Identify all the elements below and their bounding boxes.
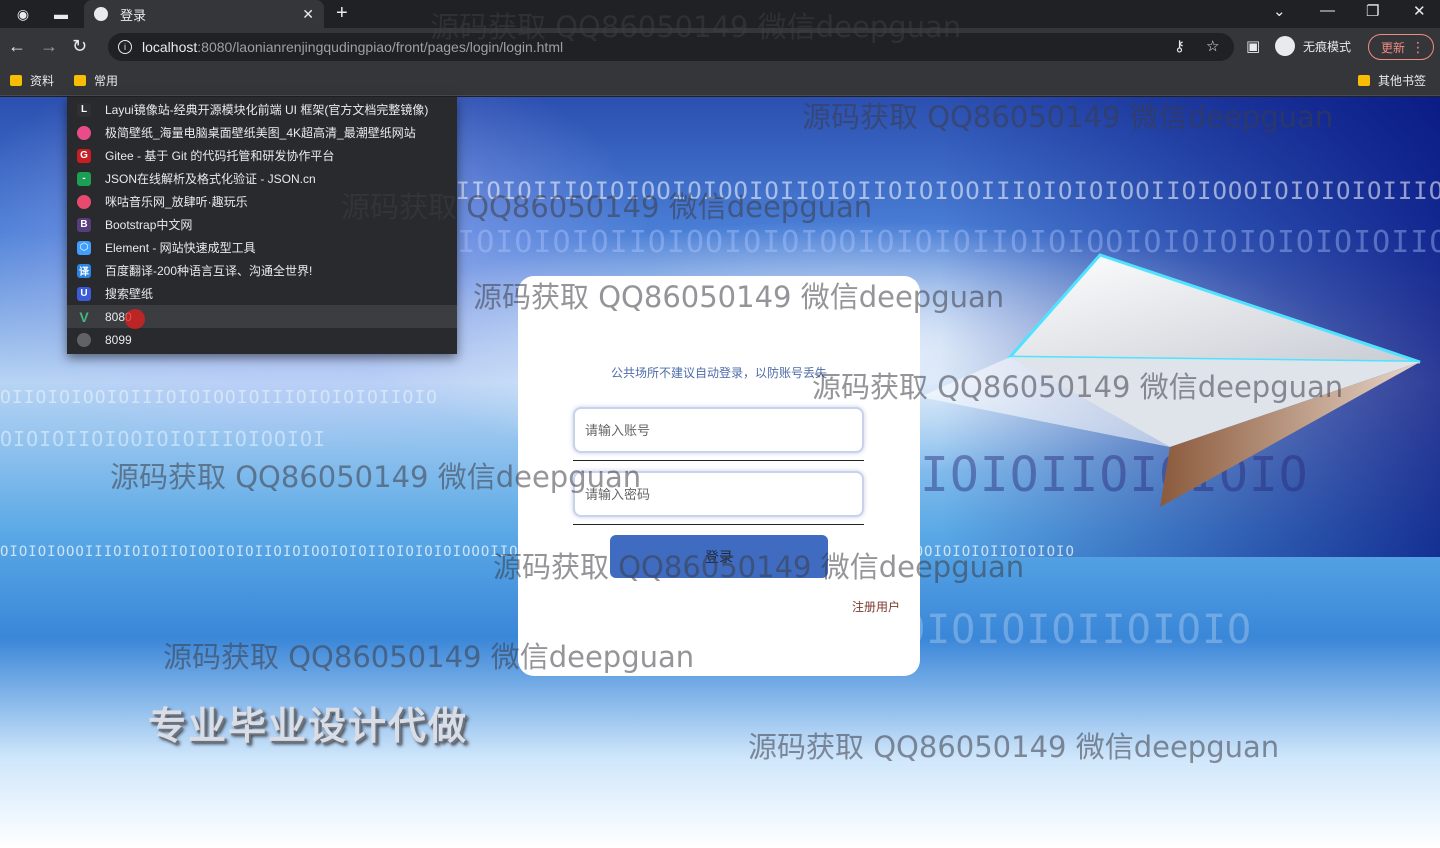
wallpaper-icon bbox=[77, 125, 91, 140]
vue-icon: V bbox=[79, 308, 89, 325]
tab-search-icon[interactable]: ▬ bbox=[50, 4, 72, 24]
tab-title: 登录 bbox=[120, 7, 147, 23]
bookmark-item-element[interactable]: ⬡ Element - 网站快速成型工具 bbox=[67, 236, 457, 259]
other-bookmarks-folder[interactable]: 其他书签 bbox=[1358, 72, 1426, 89]
bookmark-label: 常用 bbox=[94, 74, 119, 88]
bookmark-item-layui[interactable]: L Layui镜像站-经典开源模块化前端 UI 框架(官方文档完整镜像) bbox=[67, 98, 457, 121]
bookmark-item-8099[interactable]: 8099 bbox=[67, 328, 457, 351]
globe-icon bbox=[77, 332, 91, 347]
folder-icon bbox=[1358, 75, 1370, 86]
incognito-icon bbox=[1275, 36, 1295, 56]
binary-decoration: OIIOIOIOOIOIIIOIOIOOIOIIIOIOIOIOIIOIO bbox=[0, 387, 438, 408]
folder-icon bbox=[74, 75, 86, 86]
menu-dots-icon[interactable]: ⋮ bbox=[1411, 39, 1425, 56]
bookmark-item-wallpaper[interactable]: 极简壁纸_海量电脑桌面壁纸美图_4K超高清_最潮壁纸网站 bbox=[67, 121, 457, 144]
back-arrow-icon[interactable]: ← bbox=[8, 36, 26, 57]
tab-strip: ◉ ▬ 登录 ✕ + ⌄ — ❐ ✕ bbox=[0, 0, 1440, 28]
bookmark-folder-changyong[interactable]: 常用 bbox=[74, 72, 118, 89]
gitee-icon: G bbox=[77, 148, 91, 163]
reload-icon[interactable]: ↻ bbox=[72, 36, 87, 57]
binary-decoration: IIIOIOIIIOIOIOOIOIOOIOIIOIOIIOIOIOOIIIOI… bbox=[440, 177, 1440, 205]
bookmark-item-migu[interactable]: 咪咕音乐网_放肆听·趣玩乐 bbox=[67, 190, 457, 213]
bookmark-item-label: JSON在线解析及格式化验证 - JSON.cn bbox=[105, 172, 316, 186]
slogan-text: 专业毕业设计代做 bbox=[148, 704, 469, 748]
new-tab-button[interactable]: + bbox=[336, 2, 348, 25]
bookmark-item-label: Layui镜像站-经典开源模块化前端 UI 框架(官方文档完整镜像) bbox=[105, 103, 429, 117]
globe-icon bbox=[94, 7, 108, 21]
bookmark-folder-ziliao[interactable]: 资料 bbox=[10, 72, 54, 89]
incognito-label: 无痕模式 bbox=[1303, 39, 1352, 54]
other-bookmarks-label: 其他书签 bbox=[1378, 74, 1427, 88]
restore-icon[interactable]: ❐ bbox=[1366, 2, 1379, 20]
bookmark-item-bootstrap[interactable]: B Bootstrap中文网 bbox=[67, 213, 457, 236]
tab-close-icon[interactable]: ✕ bbox=[302, 6, 314, 23]
folder-icon bbox=[10, 75, 22, 86]
bootstrap-icon: B bbox=[77, 217, 91, 232]
forward-arrow-icon[interactable]: → bbox=[40, 36, 58, 57]
register-link[interactable]: 注册用户 bbox=[852, 598, 900, 615]
password-underline bbox=[573, 524, 864, 525]
search-wallpaper-icon: U bbox=[77, 286, 91, 301]
auto-login-hint: 公共场所不建议自动登录，以防账号丢失 bbox=[610, 366, 827, 380]
incognito-indicator[interactable]: 无痕模式 bbox=[1275, 36, 1351, 56]
update-button[interactable]: 更新 ⋮ bbox=[1368, 34, 1434, 60]
json-icon: - bbox=[77, 171, 91, 186]
side-panel-icon[interactable]: ▣ bbox=[1246, 37, 1260, 55]
url-host: localhost bbox=[142, 39, 198, 55]
minimize-icon[interactable]: — bbox=[1320, 2, 1335, 19]
bookmark-item-label: 8099 bbox=[105, 332, 132, 347]
mouse-cursor-highlight bbox=[125, 309, 145, 329]
account-input[interactable] bbox=[573, 407, 864, 453]
bookmark-item-baidu-translate[interactable]: 译 百度翻译-200种语言互译、沟通全世界! bbox=[67, 259, 457, 282]
bookmark-item-label: 极简壁纸_海量电脑桌面壁纸美图_4K超高清_最潮壁纸网站 bbox=[105, 126, 416, 140]
chrome-menu-icon[interactable]: ◉ bbox=[12, 4, 34, 24]
address-bar[interactable]: i localhost:8080/laonianrenjingqudingpia… bbox=[108, 33, 1234, 61]
login-button[interactable]: 登录 bbox=[610, 535, 828, 578]
info-icon[interactable]: i bbox=[118, 40, 132, 54]
bookmark-item-label: 咪咕音乐网_放肆听·趣玩乐 bbox=[105, 195, 248, 209]
layui-icon: L bbox=[77, 102, 91, 117]
bookmark-item-label: Gitee - 基于 Git 的代码托管和研发协作平台 bbox=[105, 149, 335, 163]
bookmark-item-json[interactable]: - JSON在线解析及格式化验证 - JSON.cn bbox=[67, 167, 457, 190]
url-path: :8080/laonianrenjingqudingpiao/front/pag… bbox=[197, 39, 564, 55]
account-underline bbox=[573, 460, 864, 461]
password-input[interactable] bbox=[573, 471, 864, 517]
bookmarks-bar: 资料 常用 其他书签 bbox=[0, 66, 1440, 96]
binary-decoration: OIOIOIIOIOOIOIOIIIOIOOIOI bbox=[0, 427, 327, 451]
browser-toolbar: ← → ↻ i localhost:8080/laonianrenjingqud… bbox=[0, 28, 1440, 66]
paper-plane-illustration bbox=[920, 253, 1421, 507]
password-key-icon[interactable]: ⚷ bbox=[1174, 37, 1185, 55]
bookmark-star-icon[interactable]: ☆ bbox=[1206, 37, 1219, 55]
tab-login[interactable]: 登录 ✕ bbox=[84, 0, 324, 28]
bookmark-item-label: 搜索壁纸 bbox=[105, 287, 154, 301]
baidu-translate-icon: 译 bbox=[77, 263, 91, 278]
bookmark-item-search-wallpaper[interactable]: U 搜索壁纸 bbox=[67, 282, 457, 305]
update-label: 更新 bbox=[1381, 40, 1406, 55]
tab-list-chevron-icon[interactable]: ⌄ bbox=[1273, 2, 1286, 20]
bookmark-item-label: Element - 网站快速成型工具 bbox=[105, 241, 256, 255]
element-icon: ⬡ bbox=[77, 240, 91, 255]
bookmark-item-label: 百度翻译-200种语言互译、沟通全世界! bbox=[105, 264, 313, 278]
bookmark-label: 资料 bbox=[30, 74, 55, 88]
close-window-icon[interactable]: ✕ bbox=[1413, 2, 1426, 20]
login-card: 公共场所不建议自动登录，以防账号丢失 登录 注册用户 bbox=[518, 276, 920, 676]
bookmark-item-gitee[interactable]: G Gitee - 基于 Git 的代码托管和研发协作平台 bbox=[67, 144, 457, 167]
bookmark-item-label: Bootstrap中文网 bbox=[105, 218, 193, 232]
migu-icon bbox=[77, 194, 91, 209]
